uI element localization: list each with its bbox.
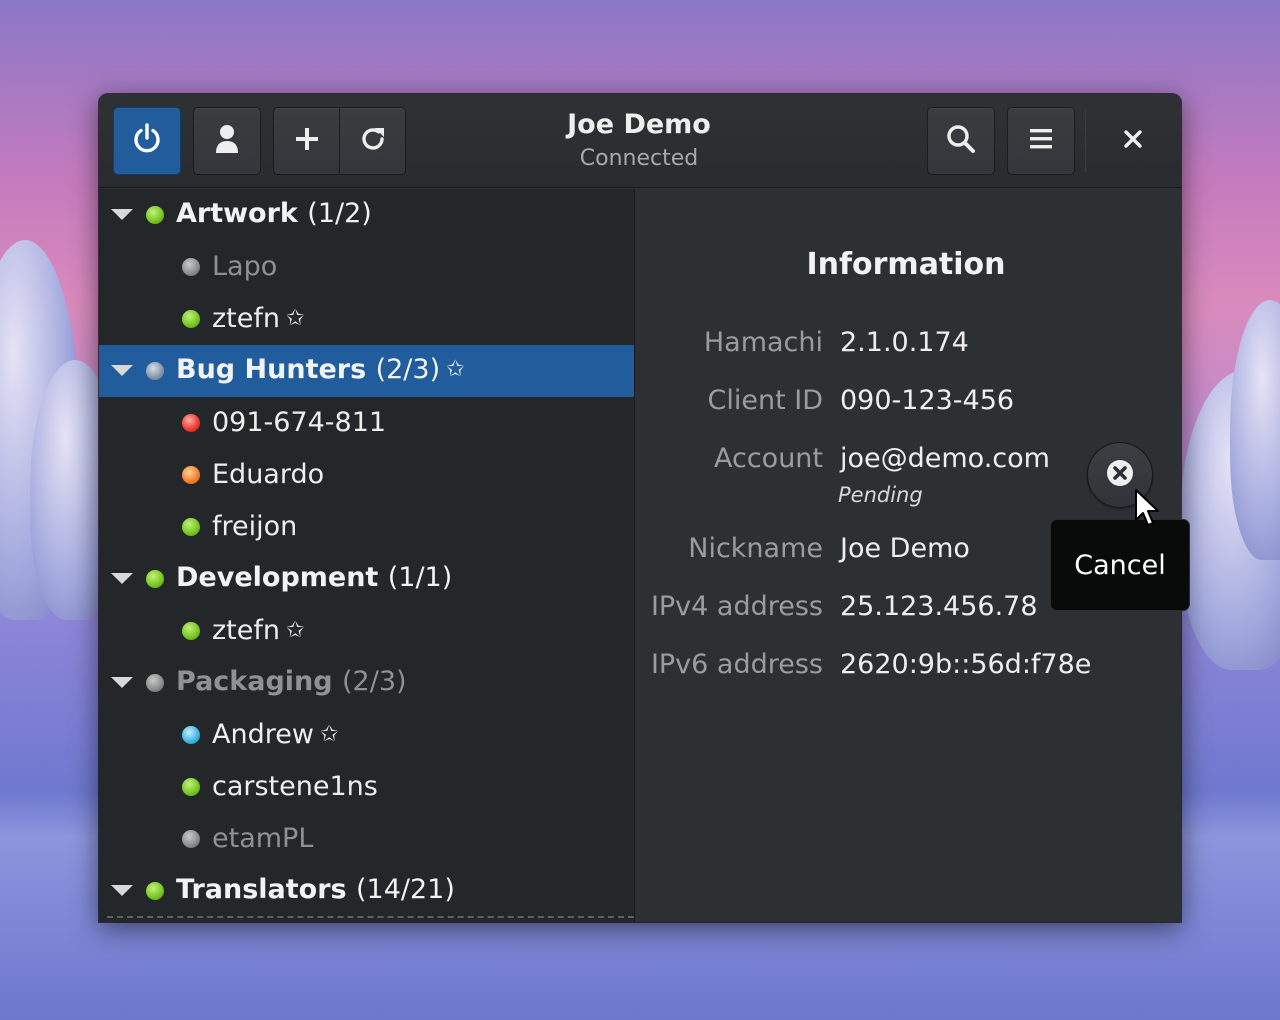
user-icon xyxy=(214,124,240,158)
star-icon: ✩ xyxy=(286,618,305,643)
snow-tree-right-2 xyxy=(1230,300,1280,560)
star-icon: ✩ xyxy=(446,357,465,382)
expander-arrow-icon[interactable] xyxy=(111,677,133,688)
group-name: Bug Hunters (2/3) ✩ xyxy=(176,354,465,385)
info-row-ipv6: IPv6 address 2620:9b::56d:f78e xyxy=(636,649,1181,689)
member-name: carstene1ns xyxy=(212,771,378,802)
power-button[interactable] xyxy=(113,107,181,175)
member-row-carstene1ns[interactable]: carstene1ns xyxy=(99,761,634,813)
header-bar: Joe Demo Connected xyxy=(99,94,1181,188)
status-dot-icon xyxy=(182,778,200,796)
expander-arrow-icon[interactable] xyxy=(111,573,133,584)
info-row-hamachi: Hamachi 2.1.0.174 xyxy=(636,327,1181,367)
network-list: Artwork (1/2) Lapo ztefn ✩ Bug Hunters (2… xyxy=(99,189,635,922)
status-dot-icon xyxy=(182,466,200,484)
info-value[interactable]: joe@demo.com xyxy=(840,443,1050,474)
member-name: Eduardo xyxy=(212,459,325,490)
status-dot-icon xyxy=(182,830,200,848)
group-row-artwork[interactable]: Artwork (1/2) xyxy=(99,189,634,241)
info-value[interactable]: 25.123.456.78 xyxy=(840,591,1038,622)
member-row-ztefn[interactable]: ztefn ✩ xyxy=(99,293,634,345)
status-dot-icon xyxy=(182,310,200,328)
search-icon xyxy=(946,124,976,158)
group-name: Artwork (1/2) xyxy=(176,198,372,229)
member-name: 091-674-811 xyxy=(212,407,387,438)
info-label: Nickname xyxy=(688,533,823,564)
scroll-edge-indicator xyxy=(107,916,634,918)
info-row-client-id: Client ID 090-123-456 xyxy=(636,385,1181,425)
member-name: ztefn ✩ xyxy=(212,615,305,646)
status-dot-icon xyxy=(182,518,200,536)
member-row-andrew[interactable]: Andrew ✩ xyxy=(99,709,634,761)
status-dot-icon xyxy=(146,882,164,900)
expander-arrow-icon[interactable] xyxy=(111,209,133,220)
member-name: freijon xyxy=(212,511,298,542)
status-dot-icon xyxy=(146,362,164,380)
status-dot-icon xyxy=(146,674,164,692)
plus-icon xyxy=(295,127,319,155)
status-dot-icon xyxy=(182,622,200,640)
group-row-bug-hunters[interactable]: Bug Hunters (2/3) ✩ xyxy=(99,345,634,397)
app-window: Joe Demo Connected Artwork (1/2) Lapo zt… xyxy=(99,94,1181,922)
menu-button[interactable] xyxy=(1007,107,1075,175)
status-dot-icon xyxy=(182,258,200,276)
expander-arrow-icon[interactable] xyxy=(111,885,133,896)
power-icon xyxy=(130,122,164,160)
member-row-lapo[interactable]: Lapo xyxy=(99,241,634,293)
member-name: ztefn ✩ xyxy=(212,303,305,334)
info-label: Client ID xyxy=(707,385,823,416)
member-row-091-674-811[interactable]: 091-674-811 xyxy=(99,397,634,449)
info-label: Hamachi xyxy=(703,327,823,358)
group-name: Packaging (2/3) xyxy=(176,666,407,697)
search-button[interactable] xyxy=(927,107,995,175)
connection-status: Connected xyxy=(579,146,699,171)
refresh-icon xyxy=(359,125,387,157)
account-pending-status: Pending xyxy=(838,483,923,507)
member-row-freijon[interactable]: freijon xyxy=(99,501,634,553)
info-heading: Information xyxy=(806,247,1006,282)
close-circle-icon xyxy=(1106,459,1134,491)
star-icon: ✩ xyxy=(319,722,339,747)
status-dot-icon xyxy=(182,726,200,744)
expander-arrow-icon[interactable] xyxy=(111,365,133,376)
member-name: Lapo xyxy=(212,251,278,282)
group-name: Development (1/1) xyxy=(176,562,453,593)
member-name: etamPL xyxy=(212,823,314,854)
header-separator xyxy=(1085,110,1086,172)
group-row-packaging[interactable]: Packaging (2/3) xyxy=(99,657,634,709)
window-title: Joe Demo xyxy=(567,109,711,140)
window-title-block: Joe Demo Connected xyxy=(438,108,840,176)
close-icon xyxy=(1123,129,1143,153)
close-button[interactable] xyxy=(1099,107,1167,175)
member-row-eduardo[interactable]: Eduardo xyxy=(99,449,634,501)
info-value[interactable]: 090-123-456 xyxy=(840,385,1014,416)
status-dot-icon xyxy=(146,206,164,224)
info-label: Account xyxy=(713,443,823,474)
info-value[interactable]: Joe Demo xyxy=(840,533,970,564)
hamburger-icon xyxy=(1030,128,1052,154)
group-row-translators[interactable]: Translators (14/21) xyxy=(99,865,634,917)
group-name: Translators (14/21) xyxy=(176,874,455,905)
info-label: IPv6 address xyxy=(650,649,823,680)
member-row-ztefn[interactable]: ztefn ✩ xyxy=(99,605,634,657)
status-dot-icon xyxy=(146,570,164,588)
cancel-tooltip: Cancel xyxy=(1050,519,1190,611)
info-label: IPv4 address xyxy=(650,591,823,622)
mouse-pointer-icon xyxy=(1134,488,1162,532)
member-name: Andrew ✩ xyxy=(212,719,339,750)
refresh-button[interactable] xyxy=(339,107,406,175)
star-icon: ✩ xyxy=(286,306,305,331)
add-network-button[interactable] xyxy=(273,107,340,175)
group-row-development[interactable]: Development (1/1) xyxy=(99,553,634,605)
account-button[interactable] xyxy=(193,107,261,175)
info-value[interactable]: 2.1.0.174 xyxy=(840,327,969,358)
status-dot-icon xyxy=(182,414,200,432)
member-row-etampl[interactable]: etamPL xyxy=(99,813,634,865)
info-value[interactable]: 2620:9b::56d:f78e xyxy=(840,649,1091,680)
